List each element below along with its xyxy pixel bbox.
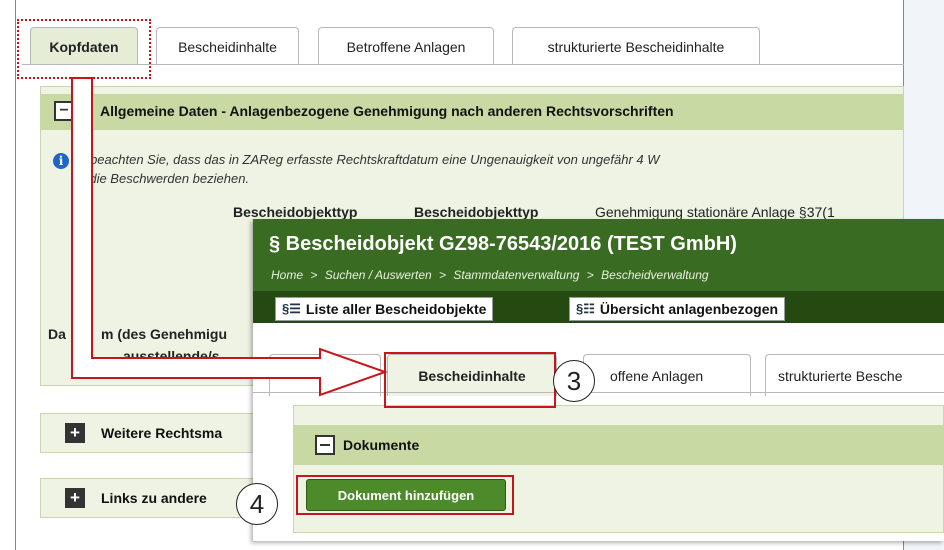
add-button-highlight bbox=[296, 475, 514, 515]
bescheidinhalte-highlight bbox=[384, 352, 556, 408]
arrow-icon bbox=[71, 77, 388, 397]
tutorial-screenshot: Kopfdaten Bescheidinhalte Betroffene Anl… bbox=[0, 0, 944, 550]
step-3-badge: 3 bbox=[553, 360, 595, 402]
step-4-badge: 4 bbox=[236, 483, 278, 525]
